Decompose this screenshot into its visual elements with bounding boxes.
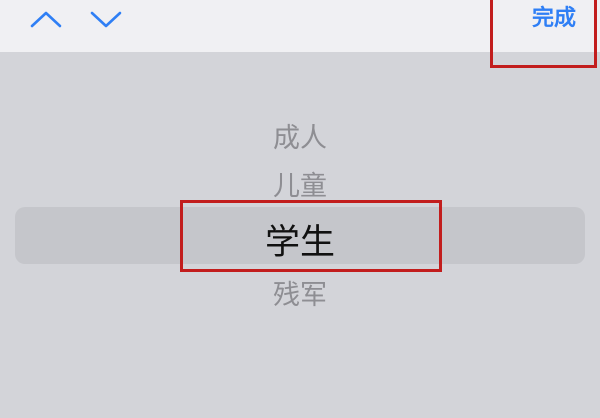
picker-option-student-selected[interactable]: 学生 <box>0 214 600 265</box>
picker-option-disabled-military[interactable]: 残军 <box>0 273 600 312</box>
picker-toolbar: 完成 <box>0 0 600 52</box>
picker-option-adult[interactable]: 成人 <box>0 116 600 155</box>
picker-option-child[interactable]: 儿童 <box>0 164 600 203</box>
chevron-up-icon <box>30 11 62 28</box>
done-button[interactable]: 完成 <box>532 4 576 34</box>
previous-field-button[interactable] <box>26 4 66 34</box>
chevron-down-icon <box>90 11 122 28</box>
next-field-button[interactable] <box>86 4 126 34</box>
passenger-type-picker[interactable]: 成人 儿童 学生 残军 <box>0 52 600 418</box>
